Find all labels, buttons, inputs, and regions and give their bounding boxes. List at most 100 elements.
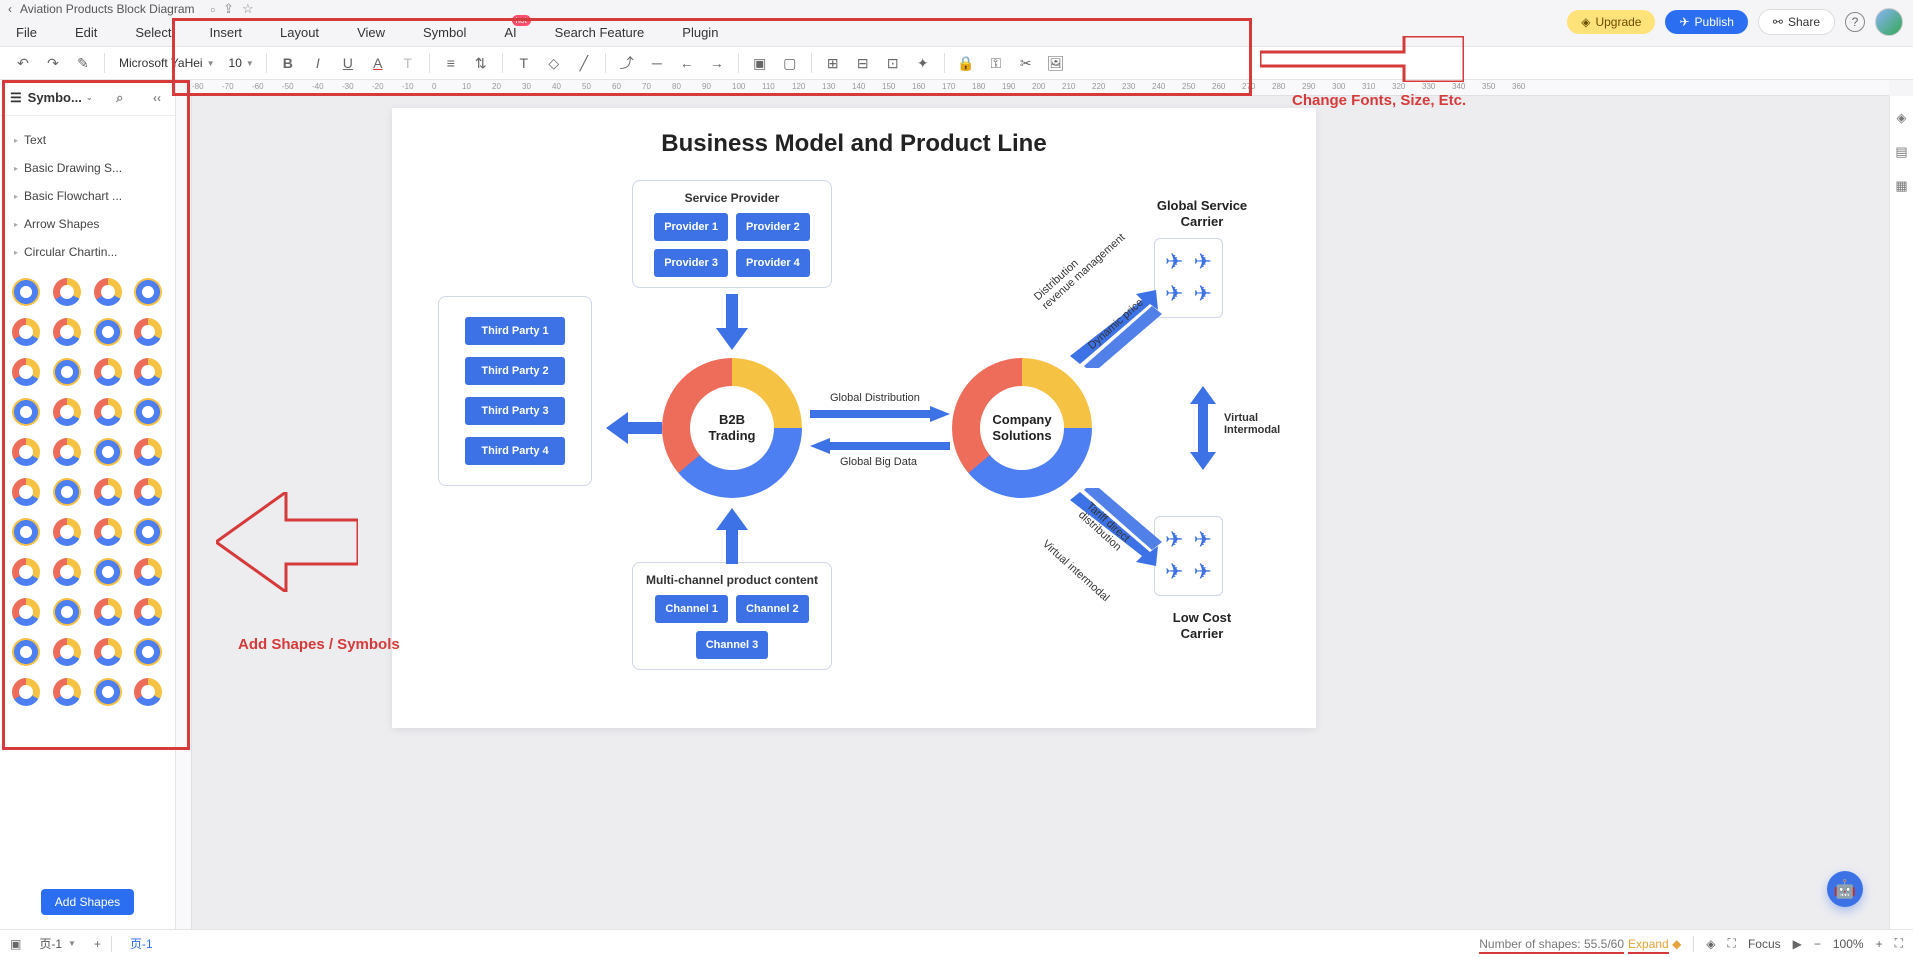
- shape-thumb[interactable]: [51, 316, 83, 348]
- fullscreen-icon[interactable]: ⛶: [1895, 936, 1903, 951]
- collapse-icon[interactable]: ‹‹: [153, 91, 161, 105]
- add-shapes-button[interactable]: Add Shapes: [41, 889, 134, 915]
- publish-button[interactable]: ✈Publish: [1665, 10, 1747, 34]
- shape-thumb[interactable]: [51, 436, 83, 468]
- shape-thumb[interactable]: [10, 276, 42, 308]
- shape-thumb[interactable]: [132, 516, 164, 548]
- chat-fab[interactable]: 🤖: [1827, 871, 1863, 907]
- menu-select[interactable]: Select: [135, 25, 171, 40]
- ungroup-icon[interactable]: ▢: [777, 50, 803, 76]
- shape-thumb[interactable]: [92, 396, 124, 428]
- fill-color-icon[interactable]: ◇: [541, 50, 567, 76]
- shape-thumb[interactable]: [92, 476, 124, 508]
- clear-format-icon[interactable]: T: [395, 50, 421, 76]
- shape-thumb[interactable]: [51, 676, 83, 708]
- line-color-icon[interactable]: ╱: [571, 50, 597, 76]
- zoom-level[interactable]: 100%: [1833, 937, 1864, 951]
- upgrade-button[interactable]: ◈Upgrade: [1567, 10, 1655, 34]
- help-icon[interactable]: ?: [1845, 12, 1865, 32]
- font-size-select[interactable]: 10▼: [225, 56, 258, 70]
- third-party-2[interactable]: Third Party 2: [465, 357, 565, 385]
- shape-thumb[interactable]: [10, 596, 42, 628]
- font-color-icon[interactable]: A: [365, 50, 391, 76]
- shape-thumb[interactable]: [92, 596, 124, 628]
- shape-thumb[interactable]: [10, 636, 42, 668]
- page-tab-selector[interactable]: 页-1▼: [31, 933, 84, 954]
- share-button[interactable]: ⚯Share: [1758, 9, 1835, 35]
- shape-thumb[interactable]: [10, 516, 42, 548]
- arrow-start-icon[interactable]: ←: [674, 50, 700, 76]
- shape-thumb[interactable]: [92, 516, 124, 548]
- menu-view[interactable]: View: [357, 25, 385, 40]
- image-icon[interactable]: 🖼: [1043, 50, 1069, 76]
- layers-icon[interactable]: ▤: [1895, 144, 1907, 160]
- shape-thumb[interactable]: [132, 396, 164, 428]
- third-party-box[interactable]: Third Party 1 Third Party 2 Third Party …: [438, 296, 592, 486]
- shape-thumb[interactable]: [51, 556, 83, 588]
- line-style-icon[interactable]: ─: [644, 50, 670, 76]
- layers-toggle-icon[interactable]: ◈: [1706, 937, 1715, 951]
- page[interactable]: Business Model and Product Line Service …: [392, 108, 1316, 728]
- shape-thumb[interactable]: [132, 356, 164, 388]
- shape-thumb[interactable]: [51, 276, 83, 308]
- menu-file[interactable]: File: [16, 25, 37, 40]
- shape-thumb[interactable]: [51, 356, 83, 388]
- donut-b2b-trading[interactable]: B2BTrading: [662, 358, 802, 498]
- third-party-3[interactable]: Third Party 3: [465, 397, 565, 425]
- shape-thumb[interactable]: [132, 636, 164, 668]
- shape-thumb[interactable]: [132, 676, 164, 708]
- shape-thumb[interactable]: [10, 476, 42, 508]
- service-provider-box[interactable]: Service Provider Provider 1 Provider 2 P…: [632, 180, 832, 288]
- channel-2[interactable]: Channel 2: [736, 595, 809, 623]
- shape-thumb[interactable]: [51, 596, 83, 628]
- text-tool-icon[interactable]: T: [511, 50, 537, 76]
- focus-label[interactable]: Focus: [1748, 937, 1781, 951]
- group-icon[interactable]: ▣: [747, 50, 773, 76]
- provider-4[interactable]: Provider 4: [736, 249, 810, 277]
- shape-thumb[interactable]: [132, 476, 164, 508]
- channel-3[interactable]: Channel 3: [696, 631, 769, 659]
- shape-thumb[interactable]: [92, 436, 124, 468]
- shape-thumb[interactable]: [10, 556, 42, 588]
- shape-thumb[interactable]: [132, 596, 164, 628]
- shape-thumb[interactable]: [10, 356, 42, 388]
- shape-thumb[interactable]: [10, 676, 42, 708]
- present-icon[interactable]: ▶: [1793, 937, 1802, 951]
- shape-thumb[interactable]: [10, 316, 42, 348]
- provider-3[interactable]: Provider 3: [654, 249, 728, 277]
- multi-channel-box[interactable]: Multi-channel product content Channel 1 …: [632, 562, 832, 670]
- sidebar-cat-circular-charting[interactable]: Circular Chartin...: [0, 238, 175, 266]
- shape-thumb[interactable]: [132, 316, 164, 348]
- lcc-planes[interactable]: ✈✈ ✈✈: [1154, 516, 1223, 596]
- shape-thumb[interactable]: [132, 276, 164, 308]
- shape-thumb[interactable]: [92, 356, 124, 388]
- shape-thumb[interactable]: [92, 556, 124, 588]
- expand-link[interactable]: Expand: [1628, 937, 1669, 954]
- provider-2[interactable]: Provider 2: [736, 213, 810, 241]
- shape-thumb[interactable]: [51, 476, 83, 508]
- font-select[interactable]: Microsoft YaHei▼: [113, 56, 221, 70]
- effects-icon[interactable]: ✦: [910, 50, 936, 76]
- shape-thumb[interactable]: [132, 436, 164, 468]
- page-tab-active[interactable]: 页-1: [122, 933, 161, 954]
- zoom-in-icon[interactable]: +: [1876, 937, 1883, 951]
- grid-icon[interactable]: ▦: [1895, 178, 1907, 194]
- search-icon[interactable]: ⌕: [116, 90, 123, 106]
- sidebar-cat-text[interactable]: Text: [0, 126, 175, 154]
- align-left-icon[interactable]: ≡: [438, 50, 464, 76]
- menu-plugin[interactable]: Plugin: [682, 25, 718, 40]
- shape-thumb[interactable]: [92, 276, 124, 308]
- italic-icon[interactable]: I: [305, 50, 331, 76]
- sidebar-cat-basic-drawing[interactable]: Basic Drawing S...: [0, 154, 175, 182]
- connector-icon[interactable]: ⤴: [614, 50, 640, 76]
- donut-company-solutions[interactable]: CompanySolutions: [952, 358, 1092, 498]
- menu-symbol[interactable]: Symbol: [423, 25, 466, 40]
- lock-icon[interactable]: 🔒: [953, 50, 979, 76]
- export-icon[interactable]: ⇪: [223, 1, 234, 17]
- focus-target-icon[interactable]: ⛶: [1728, 936, 1736, 951]
- redo-icon[interactable]: ↷: [40, 50, 66, 76]
- properties-icon[interactable]: ◈: [1897, 110, 1907, 126]
- shape-thumb[interactable]: [92, 676, 124, 708]
- add-page-icon[interactable]: +: [94, 937, 101, 951]
- undo-icon[interactable]: ↶: [10, 50, 36, 76]
